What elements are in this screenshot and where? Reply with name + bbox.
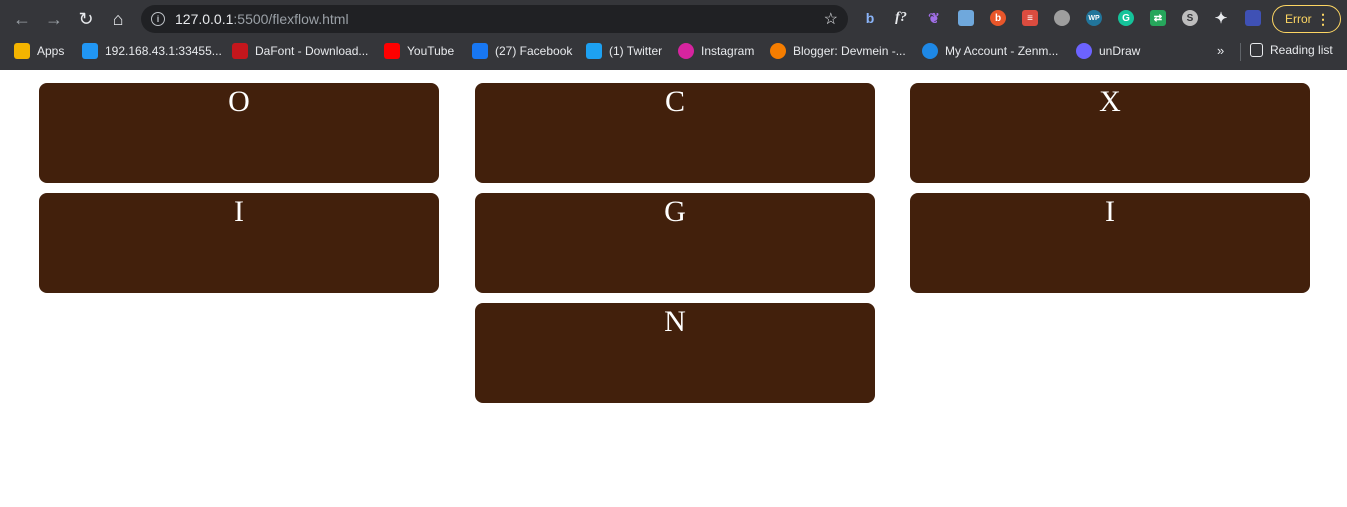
bookmark-favicon-icon: [770, 43, 786, 59]
profile-avatar[interactable]: [1245, 10, 1261, 26]
extension-window-icon[interactable]: [958, 10, 974, 26]
bookmark-label: DaFont - Download...: [255, 44, 369, 58]
page-content: OCXIGIN: [0, 70, 1347, 507]
extension-todoist-icon[interactable]: ≡: [1022, 10, 1038, 26]
extension-grey-icon[interactable]: [1054, 10, 1070, 26]
extension-green-icon[interactable]: ⇄: [1150, 10, 1166, 26]
bookmark-item[interactable]: Apps: [14, 43, 64, 59]
extension-s-icon[interactable]: S: [1182, 10, 1198, 26]
bookmark-favicon-icon: [232, 43, 248, 59]
reading-list-icon: [1250, 43, 1263, 57]
extension-font-icon[interactable]: f?: [893, 10, 909, 26]
bookmark-label: (27) Facebook: [495, 44, 573, 58]
bookmark-star-icon[interactable]: ☆: [824, 9, 838, 29]
extension-bitly-icon[interactable]: b: [990, 10, 1006, 26]
bookmark-label: Blogger: Devmein -...: [793, 44, 906, 58]
address-bar[interactable]: i 127.0.0.1:5500/flexflow.html ☆: [141, 5, 848, 33]
bookmark-label: Instagram: [701, 44, 755, 58]
reload-button[interactable]: ↻: [73, 6, 99, 32]
bookmark-favicon-icon: [82, 43, 98, 59]
bookmark-label: Apps: [37, 44, 65, 58]
extension-feather-icon[interactable]: ❦: [926, 10, 942, 26]
bookmark-favicon-icon: [586, 43, 602, 59]
bookmark-favicon-icon: [472, 43, 488, 59]
bookmark-item[interactable]: unDraw: [1076, 43, 1140, 59]
bookmark-favicon-icon: [14, 43, 30, 59]
flex-item-box: I: [39, 193, 439, 293]
bookmark-item[interactable]: (27) Facebook: [472, 43, 572, 59]
reading-list-label: Reading list: [1270, 43, 1333, 57]
home-button[interactable]: ⌂: [105, 6, 131, 32]
bookmarks-separator: [1240, 43, 1241, 61]
bookmark-label: 192.168.43.1:33455...: [105, 44, 222, 58]
bookmark-item[interactable]: My Account - Zenm...: [922, 43, 1058, 59]
browser-chrome: ← → ↻ ⌂ i 127.0.0.1:5500/flexflow.html ☆…: [0, 0, 1347, 70]
bookmark-label: My Account - Zenm...: [945, 44, 1059, 58]
menu-dots-icon[interactable]: ⋮: [1316, 11, 1330, 28]
flex-item-box: I: [910, 193, 1310, 293]
bookmark-label: YouTube: [407, 44, 455, 58]
extension-wp-icon[interactable]: WP: [1086, 10, 1102, 26]
bookmark-item[interactable]: YouTube: [384, 43, 454, 59]
bookmark-item[interactable]: 192.168.43.1:33455...: [82, 43, 222, 59]
extensions-puzzle-icon[interactable]: ✦: [1213, 10, 1229, 27]
reading-list-button[interactable]: Reading list: [1250, 43, 1333, 57]
browser-toolbar: ← → ↻ ⌂ i 127.0.0.1:5500/flexflow.html ☆…: [0, 0, 1347, 37]
error-button[interactable]: Error ⋮: [1272, 5, 1341, 33]
bookmarks-bar: Apps 192.168.43.1:33455... DaFont - Downlo…: [0, 37, 1347, 65]
bookmark-favicon-icon: [384, 43, 400, 59]
bookmark-item[interactable]: Instagram: [678, 43, 754, 59]
url-path: :5500/flexflow.html: [233, 11, 349, 27]
bookmarks-overflow-button[interactable]: »: [1217, 43, 1224, 58]
back-button[interactable]: ←: [9, 6, 35, 32]
flex-item-box: C: [475, 83, 875, 183]
bookmark-favicon-icon: [1076, 43, 1092, 59]
url-host: 127.0.0.1: [175, 11, 234, 27]
flex-item-box: O: [39, 83, 439, 183]
extension-grammarly-icon[interactable]: G: [1118, 10, 1134, 26]
error-label: Error: [1285, 12, 1312, 26]
flex-item-box: X: [910, 83, 1310, 183]
bookmark-item[interactable]: DaFont - Download...: [232, 43, 368, 59]
flex-item-box: G: [475, 193, 875, 293]
url-text: 127.0.0.1:5500/flexflow.html: [175, 11, 349, 27]
info-icon[interactable]: i: [151, 12, 165, 26]
flex-item-box: N: [475, 303, 875, 403]
bookmark-favicon-icon: [922, 43, 938, 59]
bookmark-favicon-icon: [678, 43, 694, 59]
bookmark-item[interactable]: (1) Twitter: [586, 43, 662, 59]
extension-b-icon[interactable]: b: [862, 10, 878, 26]
forward-button[interactable]: →: [41, 6, 67, 32]
bookmark-item[interactable]: Blogger: Devmein -...: [770, 43, 906, 59]
bookmark-label: unDraw: [1099, 44, 1141, 58]
bookmark-label: (1) Twitter: [609, 44, 663, 58]
